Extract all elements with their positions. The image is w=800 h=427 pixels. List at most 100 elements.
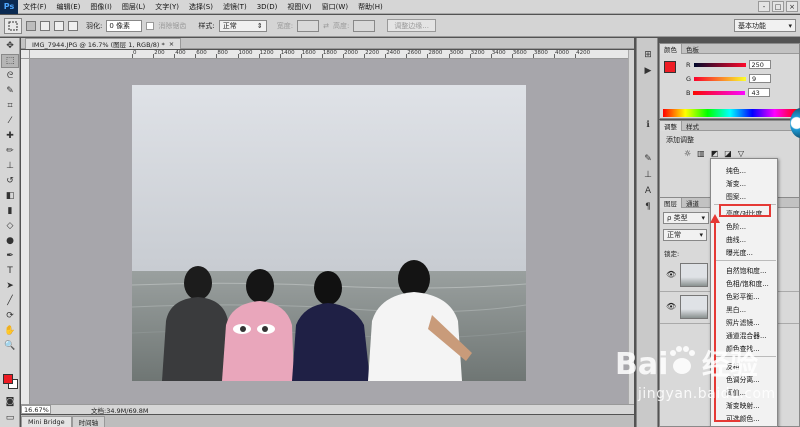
tab-channels[interactable]: 通道 — [682, 198, 703, 208]
hand-tool-icon[interactable]: ✋ — [1, 324, 19, 338]
menu-item-black-white[interactable]: 黑白... — [726, 304, 746, 314]
antialias-checkbox[interactable] — [146, 21, 155, 30]
levels-icon[interactable]: ▥ — [697, 149, 705, 158]
g-value-input[interactable]: 9 — [749, 74, 772, 83]
intersect-selection-button[interactable] — [68, 20, 78, 31]
eye-icon[interactable]: 👁 — [666, 270, 676, 279]
menu-window[interactable]: 窗口(W) — [317, 2, 353, 12]
paragraph-icon[interactable]: ¶ — [639, 200, 657, 214]
height-input[interactable] — [353, 19, 376, 32]
clone-stamp-tool-icon[interactable]: ⊥ — [1, 159, 19, 173]
blue-slider[interactable] — [693, 90, 746, 95]
vibrance-icon[interactable]: ▽ — [738, 149, 744, 158]
b-value-input[interactable]: 43 — [748, 88, 771, 97]
menu-item-levels[interactable]: 色阶... — [726, 221, 746, 231]
menu-layer[interactable]: 图层(L) — [117, 2, 150, 12]
menu-3d[interactable]: 3D(D) — [252, 3, 283, 11]
gradient-tool-icon[interactable]: ▮ — [1, 204, 19, 218]
maximize-button[interactable]: □ — [772, 1, 784, 12]
tab-adjustments[interactable]: 调整 — [660, 120, 682, 131]
subtract-selection-button[interactable] — [54, 20, 64, 31]
color-spectrum-ramp[interactable] — [663, 109, 797, 117]
eraser-tool-icon[interactable]: ◧ — [1, 189, 19, 203]
menu-image[interactable]: 图像(I) — [85, 2, 117, 12]
exposure-icon[interactable]: ◪ — [724, 149, 732, 158]
menu-help[interactable]: 帮助(H) — [353, 2, 388, 12]
menu-item-color-balance[interactable]: 色彩平衡... — [726, 291, 760, 301]
move-tool-icon[interactable]: ✥ — [1, 39, 19, 53]
tool-preset-picker[interactable] — [4, 17, 22, 34]
tab-timeline[interactable]: 时间轴 — [71, 416, 106, 427]
screen-mode-icon[interactable]: ▭ — [1, 411, 19, 425]
crop-tool-icon[interactable]: ⌗ — [1, 99, 19, 113]
ruler-tick-mark — [153, 54, 155, 58]
menu-item-exposure[interactable]: 曝光度... — [726, 247, 753, 257]
blur-tool-icon[interactable]: ◇ — [1, 219, 19, 233]
width-input[interactable] — [297, 19, 320, 32]
brightness-icon[interactable]: ☼ — [684, 149, 691, 158]
new-selection-button[interactable] — [26, 20, 36, 31]
red-slider[interactable] — [693, 62, 746, 67]
eyedropper-tool-icon[interactable]: ⁄ — [1, 114, 19, 128]
line-tool-icon[interactable]: ╱ — [1, 294, 19, 308]
3d-rotate-tool-icon[interactable]: ⟳ — [1, 309, 19, 323]
brush-presets-icon[interactable]: ✎ — [639, 152, 657, 166]
blend-mode-select[interactable]: 正常 ▾ — [663, 229, 707, 241]
layer-filter-select[interactable]: ρ 类型 ▾ — [663, 212, 709, 224]
tab-styles[interactable]: 样式 — [682, 121, 703, 131]
tab-color[interactable]: 颜色 — [660, 43, 682, 54]
menu-file[interactable]: 文件(F) — [18, 2, 52, 12]
zoom-level-input[interactable]: 16.67% — [21, 405, 51, 414]
add-selection-button[interactable] — [40, 20, 50, 31]
menu-item-hue-saturation[interactable]: 色相/饱和度... — [726, 278, 769, 288]
brush-tool-icon[interactable]: ✏ — [1, 144, 19, 158]
menu-item-solid-color[interactable]: 纯色... — [726, 165, 746, 175]
curves-icon[interactable]: ◩ — [711, 149, 719, 158]
eye-icon[interactable]: 👁 — [666, 302, 676, 311]
menu-type[interactable]: 文字(Y) — [150, 2, 184, 12]
menu-item-vibrance[interactable]: 自然饱和度... — [726, 265, 766, 275]
history-icon[interactable]: ⊞ — [639, 48, 657, 62]
healing-brush-tool-icon[interactable]: ✚ — [1, 129, 19, 143]
close-icon[interactable]: × — [169, 40, 174, 48]
style-select[interactable]: 正常 ⇕ — [218, 19, 267, 32]
menu-select[interactable]: 选择(S) — [184, 2, 218, 12]
dodge-tool-icon[interactable]: ● — [1, 234, 19, 248]
lasso-tool-icon[interactable]: ᘓ — [1, 69, 19, 83]
menu-item-curves[interactable]: 曲线... — [726, 234, 746, 244]
refine-edge-button[interactable]: 调整边缘... — [387, 19, 436, 32]
properties-icon[interactable]: ℹ — [639, 118, 657, 132]
history-brush-tool-icon[interactable]: ↺ — [1, 174, 19, 188]
clone-source-icon[interactable]: ⊥ — [639, 168, 657, 182]
menu-view[interactable]: 视图(V) — [282, 2, 316, 12]
foreground-color-swatch[interactable] — [3, 374, 13, 384]
menu-filter[interactable]: 滤镜(T) — [218, 2, 252, 12]
ruler-origin[interactable] — [21, 50, 30, 59]
rect-marquee-tool-icon[interactable]: ⬚ — [1, 54, 19, 68]
zoom-tool-icon[interactable]: 🔍 — [1, 339, 19, 353]
green-slider[interactable] — [694, 76, 747, 81]
menu-item-pattern[interactable]: 图案... — [726, 191, 746, 201]
tab-mini-bridge[interactable]: Mini Bridge — [21, 416, 72, 427]
tab-swatches[interactable]: 色板 — [682, 44, 703, 54]
path-select-tool-icon[interactable]: ➤ — [1, 279, 19, 293]
menu-edit[interactable]: 编辑(E) — [52, 2, 86, 12]
actions-icon[interactable]: ▶ — [639, 64, 657, 78]
minimize-button[interactable]: - — [758, 1, 770, 12]
character-icon[interactable]: A — [639, 184, 657, 198]
menu-item-photo-filter[interactable]: 照片滤镜... — [726, 317, 760, 327]
type-tool-icon[interactable]: T — [1, 264, 19, 278]
workspace-select[interactable]: 基本功能 ▾ — [734, 19, 796, 32]
swap-icon[interactable]: ⇄ — [323, 22, 329, 30]
feather-input[interactable]: 0 像素 — [106, 19, 143, 32]
quick-select-tool-icon[interactable]: ✎ — [1, 84, 19, 98]
tab-layers[interactable]: 图层 — [660, 197, 682, 208]
menu-item-channel-mixer[interactable]: 通道混合器... — [726, 330, 766, 340]
pen-tool-icon[interactable]: ✒ — [1, 249, 19, 263]
quick-mask-icon[interactable]: ◙ — [1, 395, 19, 409]
document-tab[interactable]: IMG_7944.JPG @ 16.7% (图层 1, RGB/8) * × — [25, 38, 182, 49]
menu-item-gradient[interactable]: 渐变... — [726, 178, 746, 188]
color-panel-foreground-swatch[interactable] — [664, 61, 676, 73]
r-value-input[interactable]: 250 — [748, 60, 771, 69]
close-button[interactable]: × — [786, 1, 798, 12]
